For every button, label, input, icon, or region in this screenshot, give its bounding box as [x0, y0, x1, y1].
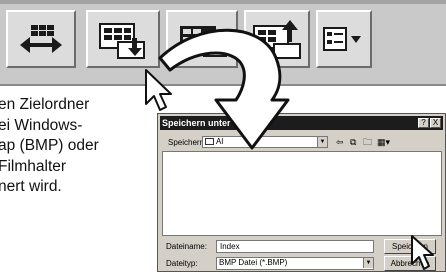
description-line: ap (BMP) oder — [0, 137, 99, 154]
load-frames-icon — [253, 20, 301, 59]
toolbar — [0, 0, 446, 86]
description-text: en Zielordner ei Windows- ap (BMP) oder … — [0, 95, 158, 198]
toolbar-bottom-line — [0, 84, 446, 86]
save-frames-alt-icon — [180, 26, 227, 57]
chevron-down-icon[interactable]: ▼ — [317, 137, 327, 147]
save-button[interactable]: Speichern — [384, 239, 436, 254]
filename-field[interactable]: Index — [216, 240, 374, 253]
new-folder-icon[interactable]: 🗀 — [363, 137, 372, 147]
dialog-titlebar: Speichern unter ? X — [160, 116, 443, 130]
view-menu-icon[interactable]: ▦▾ — [377, 137, 390, 147]
folder-icon — [205, 138, 214, 145]
description-line: Filmhalter — [0, 157, 67, 175]
file-list[interactable] — [162, 151, 442, 236]
filetype-label: Dateityp: — [166, 259, 198, 268]
save-in-value: Al — [216, 137, 224, 146]
chevron-down-icon[interactable]: ▼ — [363, 258, 373, 268]
filetype-value: BMP Datei (*.BMP) — [219, 258, 288, 267]
toolbar-top-band — [0, 0, 446, 4]
description-line: en Zielordner — [0, 96, 90, 113]
save-as-dialog: Speichern unter ? X Speichern Al ▼ ⇦ ⧉ 🗀… — [157, 113, 446, 272]
filetype-dropdown[interactable]: BMP Datei (*.BMP) ▼ — [216, 257, 374, 270]
double-arrow-icon — [20, 25, 62, 53]
save-in-dropdown[interactable]: Al ▼ — [202, 136, 328, 148]
toolbar-button-save-frames[interactable] — [86, 10, 160, 68]
save-in-label: Speichern — [168, 138, 205, 147]
dialog-title: Speichern unter — [162, 118, 231, 128]
view-dropdown-icon — [323, 27, 361, 51]
description-line: nert wird. — [0, 178, 62, 195]
description-line: ei Windows- — [0, 116, 83, 134]
up-folder-icon[interactable]: ⧉ — [350, 137, 356, 147]
filename-label: Dateiname: — [166, 242, 207, 251]
help-button[interactable]: ? — [418, 118, 429, 128]
save-frames-icon — [99, 23, 145, 59]
back-icon[interactable]: ⇦ — [336, 137, 344, 147]
cancel-button[interactable]: Abbrechen — [384, 256, 436, 271]
toolbar-button-zoom[interactable] — [6, 10, 76, 68]
toolbar-button-load-frames[interactable] — [244, 10, 310, 68]
close-button[interactable]: X — [430, 118, 441, 128]
toolbar-button-save-frames-alt[interactable] — [166, 10, 238, 68]
toolbar-button-view-options[interactable] — [316, 10, 372, 68]
